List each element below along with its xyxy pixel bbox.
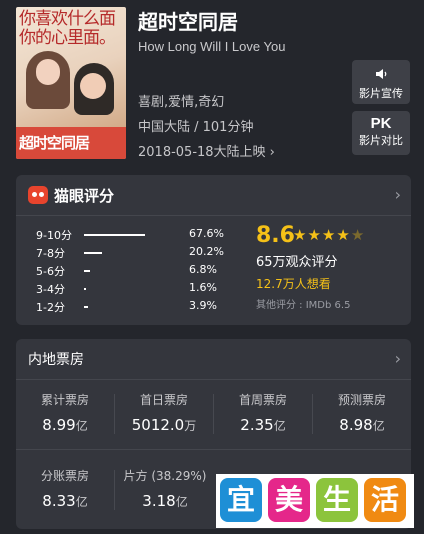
rating-bar-track xyxy=(84,288,174,290)
stat-first-week: 首周票房 2.35亿 xyxy=(214,391,312,434)
watermark-char: 宜 xyxy=(220,478,262,522)
rating-distribution-row: 3-4分 1.6% xyxy=(36,281,236,297)
stat-label: 累计票房 xyxy=(40,393,89,407)
rating-card-header[interactable]: 猫眼评分 › xyxy=(16,175,411,216)
watermark-char: 活 xyxy=(364,478,406,522)
stat-value: 8.99 xyxy=(42,416,76,434)
other-ratings: 其他评分 : IMDb 6.5 xyxy=(256,300,351,311)
rating-distribution-row: 1-2分 3.9% xyxy=(36,299,236,315)
stat-label: 首周票房 xyxy=(238,393,287,407)
star-icon: ★ xyxy=(336,226,351,244)
stat-unit: 亿 xyxy=(75,419,88,433)
poster-face-girl xyxy=(36,59,60,85)
stat-value: 2.35 xyxy=(240,416,274,434)
stat-label: 片方 (38.29%) xyxy=(123,469,207,483)
rating-bar-fill xyxy=(84,234,145,236)
poster-face-boy xyxy=(80,73,106,99)
star-icon: ★ xyxy=(307,226,322,244)
compare-button[interactable]: PK 影片对比 xyxy=(352,111,410,155)
trailer-button[interactable]: 影片宣传 xyxy=(352,60,410,104)
stat-unit: 亿 xyxy=(175,495,188,509)
rating-count: 65万观众评分 xyxy=(256,255,338,270)
rating-bar-track xyxy=(84,252,174,254)
want-to-see-count: 12.7万人想看 xyxy=(256,277,331,291)
trailer-label: 影片宣传 xyxy=(359,87,403,100)
rating-distribution-row: 7-8分 20.2% xyxy=(36,245,236,261)
rating-bar-fill xyxy=(84,252,102,254)
movie-region-duration: 中国大陆 / 101分钟 xyxy=(138,120,254,135)
rating-card[interactable]: 猫眼评分 › 9-10分 67.6% 7-8分 20.2% 5-6分 6.8% 3-4分 1.… xyxy=(16,175,411,325)
rating-bar-track xyxy=(84,234,174,236)
compare-label: 影片对比 xyxy=(359,134,403,147)
stat-value: 3.18 xyxy=(142,492,176,510)
star-icon: ★ xyxy=(321,226,337,244)
movie-release-link[interactable]: 2018-05-18大陆上映 › xyxy=(138,141,275,160)
rating-distribution-row: 9-10分 67.6% xyxy=(36,227,236,243)
movie-poster[interactable]: 你喜欢什么面 你的心里面。 超时空同居 xyxy=(16,7,126,159)
pk-icon: PK xyxy=(370,115,392,132)
movie-genres: 喜剧,爱情,奇幻 xyxy=(138,95,225,110)
rating-range-label: 1-2分 xyxy=(36,301,65,314)
stat-forecast: 预测票房 8.98亿 xyxy=(313,391,411,434)
speaker-icon xyxy=(352,64,410,86)
stat-producer: 片方 (38.29%) 3.18亿 xyxy=(115,467,215,510)
rating-bar-fill xyxy=(84,288,86,290)
half-star-icon: ★ xyxy=(350,226,366,244)
box-office-title: 内地票房 xyxy=(28,352,84,368)
movie-release-date: 2018-05-18大陆上映 xyxy=(138,145,266,160)
movie-original-title: How Long Will I Love You xyxy=(138,39,286,54)
stat-total: 累计票房 8.99亿 xyxy=(16,391,114,434)
rating-bar-fill xyxy=(84,306,88,308)
stat-unit: 亿 xyxy=(273,419,286,433)
stat-value: 8.98 xyxy=(339,416,373,434)
chevron-right-icon: › xyxy=(269,145,275,160)
rating-score: 8.6 xyxy=(256,223,295,248)
divider xyxy=(16,449,411,450)
rating-range-label: 7-8分 xyxy=(36,247,65,260)
rating-percent: 1.6% xyxy=(189,281,217,294)
watermark-char: 美 xyxy=(268,478,310,522)
box-office-header[interactable]: 内地票房 › xyxy=(16,339,411,380)
chevron-right-icon: › xyxy=(394,185,401,204)
poster-tagline: 你喜欢什么面 你的心里面。 xyxy=(19,9,116,48)
stat-label: 分账票房 xyxy=(40,469,89,483)
movie-title: 超时空同居 xyxy=(138,10,238,34)
stat-unit: 万 xyxy=(184,419,197,433)
rating-percent: 3.9% xyxy=(189,299,217,312)
star-icon: ★ xyxy=(293,226,308,244)
poster-title-text: 超时空同居 xyxy=(19,134,90,152)
stat-label: 首日票房 xyxy=(139,393,188,407)
cat-logo-icon xyxy=(28,186,48,204)
watermark-char: 生 xyxy=(316,478,358,522)
rating-bar-track xyxy=(84,306,174,308)
chevron-right-icon: › xyxy=(394,349,401,368)
stat-unit: 亿 xyxy=(372,419,385,433)
rating-distribution-row: 5-6分 6.8% xyxy=(36,263,236,279)
stat-split: 分账票房 8.33亿 xyxy=(16,467,114,510)
rating-range-label: 3-4分 xyxy=(36,283,65,296)
rating-range-label: 9-10分 xyxy=(36,229,72,242)
rating-bar-fill xyxy=(84,270,90,272)
stat-value: 5012.0 xyxy=(131,416,185,434)
stat-unit: 亿 xyxy=(75,495,88,509)
rating-section-title: 猫眼评分 xyxy=(54,187,115,205)
rating-percent: 6.8% xyxy=(189,263,217,276)
stat-value: 8.33 xyxy=(42,492,76,510)
star-rating-icon: ★★★★★ xyxy=(293,226,365,244)
rating-percent: 20.2% xyxy=(189,245,224,258)
rating-percent: 67.6% xyxy=(189,227,224,240)
watermark-logo: 宜 美 生 活 xyxy=(216,474,414,528)
rating-range-label: 5-6分 xyxy=(36,265,65,278)
stat-first-day: 首日票房 5012.0万 xyxy=(115,391,213,434)
rating-bar-track xyxy=(84,270,174,272)
stat-label: 预测票房 xyxy=(337,393,386,407)
